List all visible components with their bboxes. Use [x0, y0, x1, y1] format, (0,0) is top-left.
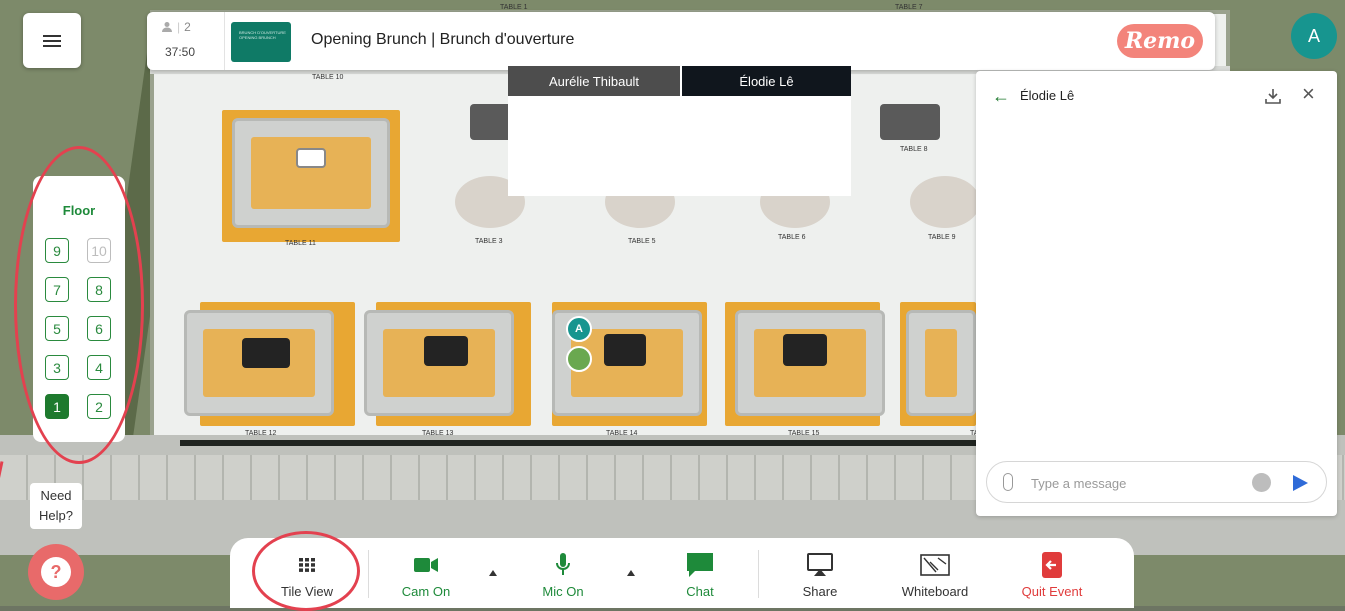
user-avatar-on-map[interactable]: A: [566, 316, 592, 342]
table-label: TABLE 1: [500, 4, 528, 11]
event-logo: BRUNCH D'OUVERTURE OPENING BRUNCH: [231, 22, 291, 62]
whiteboard-button[interactable]: Whiteboard: [894, 538, 976, 606]
screen-share-icon: [807, 553, 833, 576]
bottom-toolbar: Tile View Cam On Mic On Chat Share White…: [230, 538, 1134, 608]
divider: [758, 550, 759, 598]
table-label: TABLE 11: [285, 240, 316, 247]
download-icon[interactable]: [1264, 87, 1282, 105]
share-button[interactable]: Share: [790, 538, 850, 606]
small-table: [880, 104, 940, 140]
message-input[interactable]: [1031, 472, 1231, 494]
table-label: TABLE 6: [778, 234, 806, 241]
share-label: Share: [802, 584, 838, 599]
person-icon: [162, 22, 172, 32]
whiteboard-label: Whiteboard: [901, 584, 969, 599]
participant-avatar-on-map[interactable]: [566, 346, 592, 372]
sofa: [906, 310, 976, 416]
remo-logo: Remo: [1117, 24, 1203, 58]
chat-icon: [687, 553, 713, 577]
divider: [368, 550, 369, 598]
mic-button[interactable]: Mic On: [530, 538, 596, 606]
table-label: TABLE 5: [628, 238, 656, 245]
table-label: TABLE 14: [606, 430, 638, 437]
coffee-table: [783, 334, 827, 366]
help-tooltip: Need Help?: [30, 483, 82, 529]
table-label: TABLE 15: [788, 430, 820, 437]
small-table: [470, 104, 512, 140]
table-area[interactable]: [910, 176, 980, 228]
cam-button[interactable]: Cam On: [390, 538, 462, 606]
message-composer: [986, 461, 1327, 503]
mic-options-caret-icon[interactable]: [627, 570, 635, 576]
mic-label: Mic On: [542, 584, 584, 599]
table-label: TABLE 8: [900, 146, 928, 153]
table-label: TABLE 12: [245, 430, 277, 437]
quit-event-button[interactable]: Quit Event: [1014, 538, 1090, 606]
table-label: TABLE 9: [928, 234, 956, 241]
coffee-table: [242, 338, 290, 368]
rail: [180, 440, 1000, 446]
coffee-table: [424, 336, 468, 366]
event-timer: 37:50: [165, 45, 196, 59]
close-icon[interactable]: ×: [1302, 83, 1315, 105]
chat-panel: ← Élodie Lê ×: [976, 71, 1337, 516]
cam-label: Cam On: [401, 584, 451, 599]
event-title: Opening Brunch | Brunch d'ouverture: [311, 31, 575, 48]
hamburger-icon: [43, 32, 61, 50]
video-tiles: Aurélie Thibault Élodie Lê: [508, 66, 851, 196]
user-avatar-button[interactable]: A: [1291, 13, 1337, 59]
cam-options-caret-icon[interactable]: [489, 570, 497, 576]
chat-label: Chat: [686, 584, 714, 599]
emoji-icon[interactable]: [1252, 473, 1271, 492]
send-icon[interactable]: [1293, 475, 1308, 491]
sofa: [232, 118, 390, 228]
event-stats: | 2 37:50: [147, 12, 225, 70]
participant-count: | 2: [161, 20, 191, 34]
coffee-table: [296, 148, 326, 168]
quit-event-label: Quit Event: [1021, 584, 1083, 599]
microphone-icon: [556, 553, 570, 575]
question-icon: ?: [41, 557, 71, 587]
exit-door-icon: [1042, 552, 1062, 578]
back-arrow-icon[interactable]: ←: [992, 87, 1010, 105]
participant-number: 2: [184, 20, 191, 34]
attachment-icon[interactable]: [1003, 473, 1013, 491]
camera-icon: [414, 558, 438, 572]
chat-recipient: Élodie Lê: [1020, 88, 1075, 103]
table-label: TABLE 7: [895, 4, 923, 11]
coffee-table: [604, 334, 646, 366]
table-label: TABLE 3: [475, 238, 503, 245]
table-label: TABLE 13: [422, 430, 454, 437]
video-tile-name[interactable]: Aurélie Thibault: [508, 66, 680, 96]
whiteboard-icon: [920, 554, 950, 576]
table-label: TABLE 10: [312, 74, 344, 81]
help-button[interactable]: ?: [28, 544, 84, 600]
chat-button[interactable]: Chat: [670, 538, 730, 606]
menu-button[interactable]: [23, 13, 81, 68]
video-tile-name[interactable]: Élodie Lê: [682, 66, 851, 96]
top-bar: | 2 37:50 BRUNCH D'OUVERTURE OPENING BRU…: [147, 12, 1215, 70]
annotation-circle-floor: [14, 146, 144, 464]
annotation-circle-tile-view: [252, 531, 360, 611]
